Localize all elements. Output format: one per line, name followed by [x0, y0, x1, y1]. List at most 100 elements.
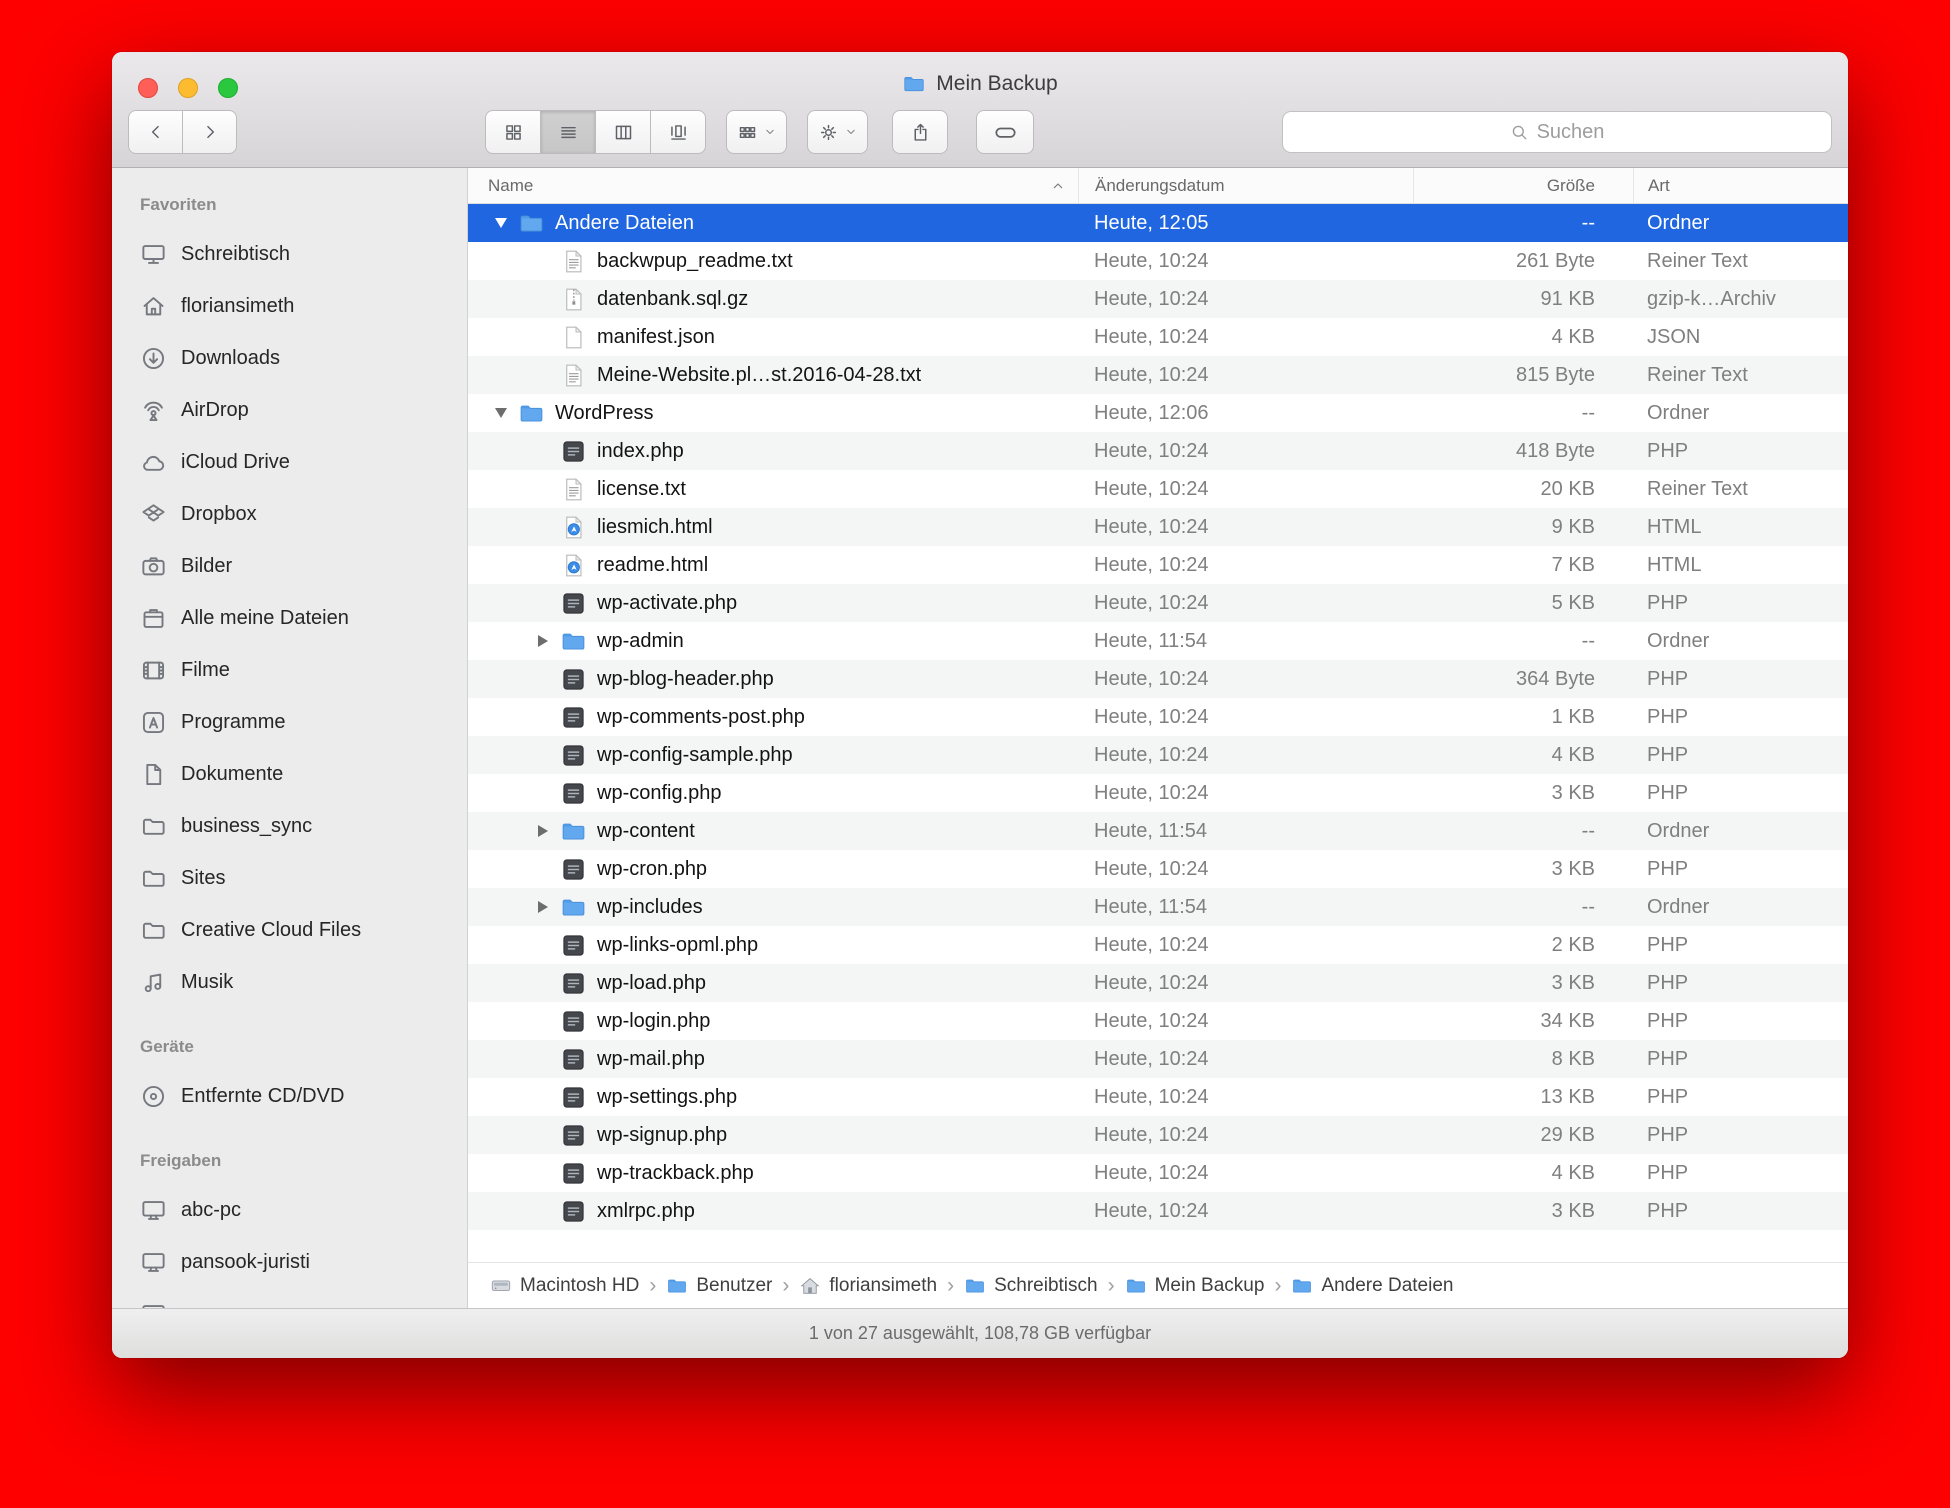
- file-name-cell: Andere Dateien: [468, 210, 1078, 237]
- folder-file-icon: [560, 628, 587, 655]
- sidebar-item-entfernte-cd-dvd[interactable]: Entfernte CD/DVD: [112, 1070, 467, 1122]
- sidebar-item-user-pc[interactable]: user-pc: [112, 1288, 467, 1308]
- sidebar-item-downloads[interactable]: Downloads: [112, 332, 467, 384]
- pathbar-item-schreibtisch[interactable]: Schreibtisch: [964, 1275, 1098, 1297]
- file-row[interactable]: Meine-Website.pl…st.2016-04-28.txtHeute,…: [468, 356, 1848, 394]
- pathbar-item-andere-dateien[interactable]: Andere Dateien: [1291, 1275, 1453, 1297]
- file-row[interactable]: wp-links-opml.phpHeute, 10:242 KBPHP: [468, 926, 1848, 964]
- file-row[interactable]: datenbank.sql.gzHeute, 10:2491 KBgzip-k……: [468, 280, 1848, 318]
- titlebar[interactable]: Mein Backup: [112, 52, 1848, 168]
- sidebar-item-abc-pc[interactable]: abc-pc: [112, 1184, 467, 1236]
- sidebar-item-dropbox[interactable]: Dropbox: [112, 488, 467, 540]
- file-row[interactable]: wp-adminHeute, 11:54--Ordner: [468, 622, 1848, 660]
- sidebar-item-filme[interactable]: Filme: [112, 644, 467, 696]
- file-row[interactable]: wp-contentHeute, 11:54--Ordner: [468, 812, 1848, 850]
- sidebar-item-label: abc-pc: [181, 1199, 241, 1222]
- file-row[interactable]: xmlrpc.phpHeute, 10:243 KBPHP: [468, 1192, 1848, 1230]
- file-size: 4 KB: [1413, 744, 1633, 767]
- file-row[interactable]: wp-comments-post.phpHeute, 10:241 KBPHP: [468, 698, 1848, 736]
- file-size: 261 Byte: [1413, 250, 1633, 273]
- sidebar-item-schreibtisch[interactable]: Schreibtisch: [112, 228, 467, 280]
- file-size: 9 KB: [1413, 516, 1633, 539]
- share-button[interactable]: [892, 110, 948, 154]
- pathbar-item-mein-backup[interactable]: Mein Backup: [1125, 1275, 1265, 1297]
- disc-icon: [140, 1083, 167, 1110]
- file-row[interactable]: wp-login.phpHeute, 10:2434 KBPHP: [468, 1002, 1848, 1040]
- disclosure-triangle[interactable]: [526, 825, 560, 837]
- file-row[interactable]: Andere DateienHeute, 12:05--Ordner: [468, 204, 1848, 242]
- file-row[interactable]: wp-includesHeute, 11:54--Ordner: [468, 888, 1848, 926]
- list-view-button[interactable]: [540, 110, 596, 154]
- file-row[interactable]: liesmich.htmlHeute, 10:249 KBHTML: [468, 508, 1848, 546]
- sidebar-item-dokumente[interactable]: Dokumente: [112, 748, 467, 800]
- forward-button[interactable]: [182, 110, 237, 154]
- file-kind: gzip-k…Archiv: [1633, 288, 1848, 311]
- column-header-name[interactable]: Name: [468, 168, 1078, 203]
- file-name-cell: liesmich.html: [468, 514, 1078, 541]
- sidebar-item-floriansimeth[interactable]: floriansimeth: [112, 280, 467, 332]
- display-icon: [140, 1301, 167, 1309]
- disclosure-triangle[interactable]: [526, 635, 560, 647]
- column-view-button[interactable]: [595, 110, 651, 154]
- file-row[interactable]: index.phpHeute, 10:24418 BytePHP: [468, 432, 1848, 470]
- file-row[interactable]: WordPressHeute, 12:06--Ordner: [468, 394, 1848, 432]
- disclosure-triangle[interactable]: [484, 408, 518, 418]
- file-row[interactable]: wp-blog-header.phpHeute, 10:24364 BytePH…: [468, 660, 1848, 698]
- folder-file-icon: [560, 818, 587, 845]
- file-row[interactable]: wp-cron.phpHeute, 10:243 KBPHP: [468, 850, 1848, 888]
- file-name: liesmich.html: [597, 516, 713, 539]
- column-header-date[interactable]: Änderungsdatum: [1078, 168, 1413, 203]
- file-row[interactable]: wp-activate.phpHeute, 10:245 KBPHP: [468, 584, 1848, 622]
- search-input[interactable]: Suchen: [1282, 111, 1832, 153]
- file-name: wp-load.php: [597, 972, 706, 995]
- file-name-cell: wp-admin: [468, 628, 1078, 655]
- icon-view-button[interactable]: [485, 110, 541, 154]
- sidebar-item-airdrop[interactable]: AirDrop: [112, 384, 467, 436]
- finder-window: Mein Backup: [112, 52, 1848, 1358]
- column-header-kind[interactable]: Art: [1633, 168, 1848, 203]
- sidebar-item-bilder[interactable]: Bilder: [112, 540, 467, 592]
- disclosure-triangle[interactable]: [526, 901, 560, 913]
- sidebar-item-label: Dokumente: [181, 763, 283, 786]
- file-name: Meine-Website.pl…st.2016-04-28.txt: [597, 364, 921, 387]
- allfiles-icon: [140, 605, 167, 632]
- file-row[interactable]: license.txtHeute, 10:2420 KBReiner Text: [468, 470, 1848, 508]
- coverflow-view-button[interactable]: [650, 110, 706, 154]
- file-row[interactable]: manifest.jsonHeute, 10:244 KBJSON: [468, 318, 1848, 356]
- action-menu-button[interactable]: [807, 110, 868, 154]
- tags-button[interactable]: [976, 110, 1034, 154]
- sidebar-item-creative-cloud-files[interactable]: Creative Cloud Files: [112, 904, 467, 956]
- sidebar-item-musik[interactable]: Musik: [112, 956, 467, 1008]
- pathbar-item-benutzer[interactable]: Benutzer: [666, 1275, 772, 1297]
- sidebar-item-pansook-juristi[interactable]: pansook-juristi: [112, 1236, 467, 1288]
- file-row[interactable]: backwpup_readme.txtHeute, 10:24261 ByteR…: [468, 242, 1848, 280]
- desktop-background: Mein Backup: [0, 0, 1950, 1508]
- php-file-icon: [560, 590, 587, 617]
- sidebar-item-programme[interactable]: Programme: [112, 696, 467, 748]
- disclosure-triangle[interactable]: [484, 218, 518, 228]
- breadcrumb-separator: ›: [649, 1274, 656, 1298]
- sidebar-item-business-sync[interactable]: business_sync: [112, 800, 467, 852]
- column-header-size[interactable]: Größe: [1413, 168, 1633, 203]
- sidebar-section-ger-te: GeräteEntfernte CD/DVD: [112, 1024, 467, 1122]
- file-row[interactable]: readme.htmlHeute, 10:247 KBHTML: [468, 546, 1848, 584]
- file-row[interactable]: wp-trackback.phpHeute, 10:244 KBPHP: [468, 1154, 1848, 1192]
- back-button[interactable]: [128, 110, 183, 154]
- file-row[interactable]: wp-config-sample.phpHeute, 10:244 KBPHP: [468, 736, 1848, 774]
- sidebar-item-label: floriansimeth: [181, 295, 294, 318]
- file-row[interactable]: wp-config.phpHeute, 10:243 KBPHP: [468, 774, 1848, 812]
- sidebar-item-alle-meine-dateien[interactable]: Alle meine Dateien: [112, 592, 467, 644]
- pathbar-item-macintosh-hd[interactable]: Macintosh HD: [490, 1275, 639, 1297]
- file-row[interactable]: wp-mail.phpHeute, 10:248 KBPHP: [468, 1040, 1848, 1078]
- file-row[interactable]: wp-settings.phpHeute, 10:2413 KBPHP: [468, 1078, 1848, 1116]
- sidebar-item-icloud-drive[interactable]: iCloud Drive: [112, 436, 467, 488]
- pathbar-item-floriansimeth[interactable]: floriansimeth: [799, 1275, 937, 1297]
- file-name: wp-cron.php: [597, 858, 707, 881]
- file-kind: PHP: [1633, 972, 1848, 995]
- file-row[interactable]: wp-load.phpHeute, 10:243 KBPHP: [468, 964, 1848, 1002]
- sidebar-section-freigaben: Freigabenabc-pcpansook-juristiuser-pc: [112, 1138, 467, 1308]
- music-icon: [140, 969, 167, 996]
- arrange-button[interactable]: [726, 110, 787, 154]
- sidebar-item-sites[interactable]: Sites: [112, 852, 467, 904]
- file-row[interactable]: wp-signup.phpHeute, 10:2429 KBPHP: [468, 1116, 1848, 1154]
